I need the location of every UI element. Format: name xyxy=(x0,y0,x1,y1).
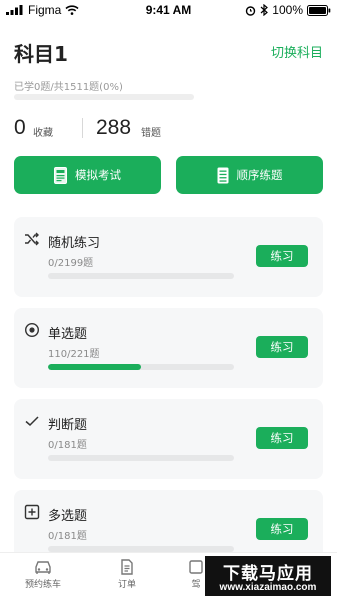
stats-divider xyxy=(82,118,83,138)
practice-button[interactable]: 练习 xyxy=(256,336,308,358)
sequential-practice-button[interactable]: 顺序练题 xyxy=(176,156,323,194)
battery-percent: 100% xyxy=(272,3,303,17)
battery-icon xyxy=(307,4,331,16)
status-bar: Figma 9:41 AM 100% xyxy=(0,0,337,20)
page-title: 科目1 xyxy=(14,42,68,66)
overall-progress-text: 已学0题/共1511题(0%) xyxy=(14,82,123,93)
category-count: 110/221题 xyxy=(48,349,100,360)
watermark-title: 下载马应用 xyxy=(223,564,313,584)
category-title: 判断题 xyxy=(48,418,88,433)
category-card-single-choice[interactable]: 单选题 110/221题 练习 xyxy=(14,308,323,388)
shuffle-icon xyxy=(25,232,39,246)
practice-button[interactable]: 练习 xyxy=(256,427,308,449)
status-right: 100% xyxy=(245,3,331,17)
favorites-label[interactable]: 收藏 xyxy=(33,124,53,139)
sequential-practice-label: 顺序练题 xyxy=(236,168,283,182)
target-icon xyxy=(24,322,40,338)
overall-progress-bar xyxy=(14,94,194,100)
wrong-label[interactable]: 错题 xyxy=(141,124,161,139)
watermark-url: www.xiazaimao.com xyxy=(219,582,317,593)
category-progress-bar xyxy=(48,455,234,461)
tab-orders[interactable]: 订单 xyxy=(92,559,162,590)
category-card-true-false[interactable]: 判断题 0/181题 练习 xyxy=(14,399,323,479)
category-progress-fill xyxy=(48,364,141,370)
list-document-icon xyxy=(217,167,228,183)
bluetooth-icon xyxy=(260,4,269,16)
tab-label: 驾 xyxy=(191,580,201,590)
category-card-random[interactable]: 随机练习 0/2199题 练习 xyxy=(14,217,323,297)
plus-square-icon xyxy=(24,504,40,520)
tab-label: 订单 xyxy=(117,580,136,590)
category-title: 多选题 xyxy=(48,509,88,524)
practice-button[interactable]: 练习 xyxy=(256,518,308,540)
alarm-icon xyxy=(246,5,256,16)
favorites-count[interactable]: 0 xyxy=(14,116,26,140)
car-icon xyxy=(35,561,51,574)
practice-button[interactable]: 练习 xyxy=(256,245,308,267)
category-progress-bar xyxy=(48,364,234,370)
wrong-count[interactable]: 288 xyxy=(96,116,131,140)
book-icon xyxy=(189,560,203,574)
watermark-logo: 下载马应用 www.xiazaimao.com xyxy=(203,554,333,598)
category-count: 0/181题 xyxy=(48,531,87,542)
category-progress-bar xyxy=(48,273,234,279)
switch-subject-link[interactable]: 切换科目 xyxy=(271,42,323,61)
category-title: 随机练习 xyxy=(48,236,101,251)
mock-exam-label: 模拟考试 xyxy=(75,168,121,182)
tab-label: 预约练车 xyxy=(24,580,61,590)
category-count: 0/181题 xyxy=(48,440,87,451)
exam-paper-icon xyxy=(54,166,67,184)
check-icon xyxy=(25,416,39,427)
mock-exam-button[interactable]: 模拟考试 xyxy=(14,156,161,194)
category-title: 单选题 xyxy=(48,327,88,342)
document-icon xyxy=(121,559,133,575)
category-count: 0/2199题 xyxy=(48,258,94,269)
tab-book-practice[interactable]: 预约练车 xyxy=(8,559,78,590)
